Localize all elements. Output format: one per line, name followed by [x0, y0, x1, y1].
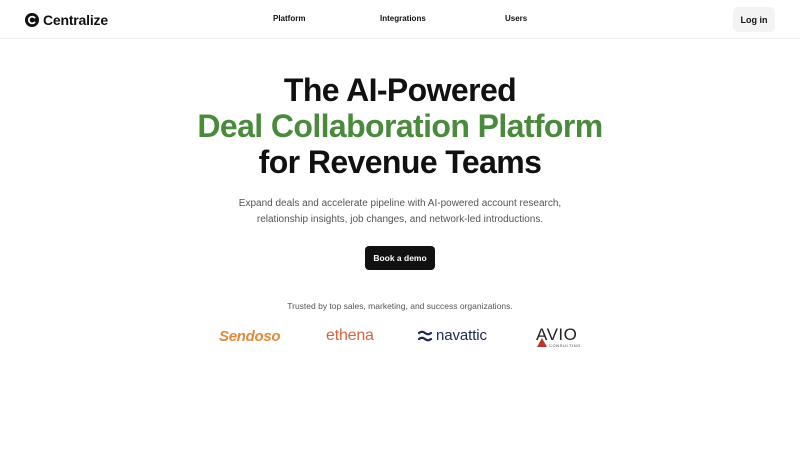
nav-link-integrations[interactable]: Integrations: [380, 14, 426, 23]
navattic-logo: navattic: [418, 327, 487, 344]
login-button[interactable]: Log in: [733, 7, 775, 32]
hero-title: The AI-Powered Deal Collaboration Platfo…: [0, 72, 800, 180]
sendoso-logo-text: Sendoso: [219, 328, 281, 345]
avio-consulting-logo: AVIO CONSULTING: [536, 325, 586, 349]
trusted-by-text: Trusted by top sales, marketing, and suc…: [287, 301, 513, 311]
brand-logo-link[interactable]: Centralize: [25, 11, 108, 29]
hero-subtitle-line-1: Expand deals and accelerate pipeline wit…: [238, 198, 562, 209]
top-nav: Centralize Platform Integrations Users L…: [0, 0, 800, 39]
hero-title-line-2-accent: Deal Collaboration Platform: [197, 108, 603, 144]
brand-name: Centralize: [43, 12, 108, 28]
nav-link-users[interactable]: Users: [505, 14, 527, 23]
page: Centralize Platform Integrations Users L…: [0, 0, 800, 450]
hero-subtitle: Expand deals and accelerate pipeline wit…: [200, 196, 600, 228]
ethena-logo-text: ethena: [326, 327, 374, 344]
navattic-mark-icon: [418, 330, 432, 341]
centralize-logo-icon: [25, 13, 39, 27]
navattic-logo-text: navattic: [436, 327, 487, 344]
avio-logo-subtext: CONSULTING: [549, 343, 581, 348]
book-demo-button[interactable]: Book a demo: [365, 246, 435, 270]
hero-title-line-3: for Revenue Teams: [258, 144, 542, 180]
hero-subtitle-line-2: relationship insights, job changes, and …: [256, 214, 544, 225]
ethena-logo: ethena: [326, 327, 374, 345]
hero-title-line-1: The AI-Powered: [283, 72, 517, 108]
sendoso-logo: Sendoso: [219, 328, 281, 345]
nav-link-platform[interactable]: Platform: [273, 14, 305, 23]
avio-logo-mark: AVIO CONSULTING: [536, 325, 581, 348]
